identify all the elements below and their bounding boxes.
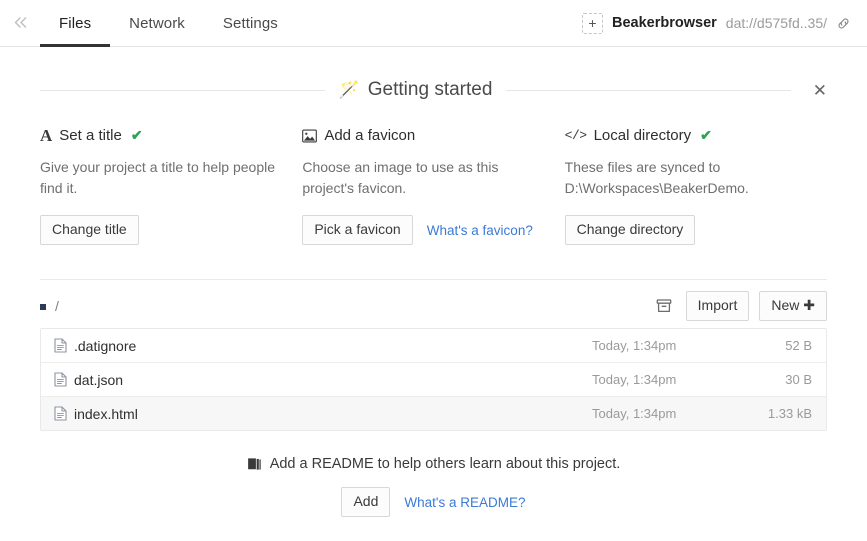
- card-local-directory-label: Local directory: [593, 127, 692, 144]
- check-icon: ✔: [130, 127, 143, 143]
- file-icon: [54, 406, 74, 421]
- file-date: Today, 1:34pm: [592, 372, 677, 387]
- archive-box-icon[interactable]: [656, 298, 672, 314]
- card-set-a-title: A Set a title ✔ Give your project a titl…: [40, 127, 302, 245]
- card-add-a-favicon-header: Add a favicon: [302, 127, 564, 144]
- card-add-a-favicon-label: Add a favicon: [324, 127, 416, 144]
- tab-settings-label: Settings: [222, 14, 278, 32]
- table-row[interactable]: index.html Today, 1:34pm 1.33 kB: [41, 397, 826, 430]
- file-list: .datignore Today, 1:34pm 52 B dat.json T…: [40, 328, 827, 431]
- import-button[interactable]: Import: [685, 291, 750, 321]
- card-set-a-title-actions: Change title: [40, 215, 302, 245]
- tab-settings[interactable]: Settings: [204, 0, 297, 46]
- table-row[interactable]: dat.json Today, 1:34pm 30 B: [41, 363, 826, 397]
- getting-started-title-text: Getting started: [367, 79, 493, 100]
- breadcrumb-root[interactable]: /: [55, 298, 59, 314]
- new-button[interactable]: New ✚: [759, 291, 827, 321]
- files-toolbar: / Import New ✚: [40, 284, 827, 328]
- getting-started-title: 🪄 Getting started: [325, 79, 507, 101]
- site-title[interactable]: Beakerbrowser: [612, 15, 717, 31]
- file-icon: [54, 338, 74, 353]
- tab-files[interactable]: Files: [40, 0, 111, 47]
- card-set-a-title-label: Set a title: [59, 127, 122, 144]
- file-name: dat.json: [74, 371, 124, 388]
- breadcrumb: /: [40, 298, 59, 314]
- tab-network-label: Network: [129, 14, 185, 32]
- tab-bar: Files Network Settings: [40, 0, 297, 47]
- tab-network[interactable]: Network: [110, 0, 204, 46]
- file-icon: [54, 372, 74, 387]
- file-size: 52 B: [785, 338, 812, 353]
- image-icon: [302, 129, 318, 143]
- table-row[interactable]: .datignore Today, 1:34pm 52 B: [41, 329, 826, 363]
- site-url[interactable]: dat://d575fd..35/: [726, 15, 827, 31]
- file-name: index.html: [74, 405, 138, 422]
- chain-link-icon[interactable]: [836, 16, 851, 31]
- card-add-a-favicon-actions: Pick a favicon What's a favicon?: [302, 215, 564, 245]
- divider-right: [506, 89, 792, 91]
- magic-wand-icon: 🪄: [338, 80, 360, 99]
- file-date: Today, 1:34pm: [592, 406, 677, 421]
- section-divider: [40, 279, 827, 280]
- file-size: 1.33 kB: [767, 406, 812, 421]
- files-actions: Import New ✚: [656, 291, 827, 321]
- chevron-double-left-icon[interactable]: [0, 0, 40, 46]
- add-favicon-button[interactable]: +: [582, 12, 604, 34]
- readme-prompt-label: Add a README to help others learn about …: [269, 456, 621, 472]
- plus-icon: +: [588, 15, 597, 31]
- book-icon: [247, 457, 262, 471]
- change-directory-button[interactable]: Change directory: [564, 215, 696, 245]
- card-local-directory-actions: Change directory: [564, 215, 827, 245]
- card-add-a-favicon-description: Choose an image to use as this project's…: [302, 159, 499, 196]
- whats-a-readme-link[interactable]: What's a README?: [404, 495, 525, 510]
- file-size: 30 B: [785, 372, 812, 387]
- card-local-directory: </> Local directory ✔ These files are sy…: [564, 127, 827, 245]
- site-identity: + Beakerbrowser dat://d575fd..35/: [582, 0, 867, 46]
- code-brackets-icon: </>: [564, 128, 587, 143]
- card-set-a-title-description: Give your project a title to help people…: [40, 159, 276, 196]
- divider-left: [40, 89, 325, 91]
- main-content: 🪄 Getting started ✕ A Set a title ✔ Give…: [0, 79, 867, 517]
- card-local-directory-description: These files are synced to D:\Workspaces\…: [564, 159, 749, 196]
- getting-started-header: 🪄 Getting started ✕: [40, 79, 827, 101]
- tab-files-label: Files: [59, 14, 92, 32]
- pick-a-favicon-button[interactable]: Pick a favicon: [302, 215, 413, 245]
- top-bar: Files Network Settings + Beakerbrowser d…: [0, 0, 867, 47]
- readme-prompt-text: Add a README to help others learn about …: [247, 456, 621, 472]
- whats-a-favicon-link[interactable]: What's a favicon?: [427, 223, 533, 238]
- new-button-label: New: [771, 297, 800, 313]
- change-title-button[interactable]: Change title: [40, 215, 139, 245]
- plus-icon: ✚: [803, 297, 815, 313]
- readme-actions: Add What's a README?: [40, 487, 827, 517]
- card-set-a-title-header: A Set a title ✔: [40, 127, 302, 144]
- serif-a-icon: A: [40, 126, 53, 145]
- getting-started-columns: A Set a title ✔ Give your project a titl…: [40, 127, 827, 245]
- readme-prompt: Add a README to help others learn about …: [40, 456, 827, 517]
- add-readme-button[interactable]: Add: [341, 487, 391, 517]
- card-local-directory-header: </> Local directory ✔: [565, 127, 827, 144]
- file-name: .datignore: [74, 337, 137, 354]
- card-add-a-favicon: Add a favicon Choose an image to use as …: [302, 127, 564, 245]
- check-icon: ✔: [700, 127, 712, 143]
- square-bullet-icon: [40, 304, 46, 310]
- close-icon[interactable]: ✕: [801, 82, 827, 99]
- file-date: Today, 1:34pm: [592, 338, 677, 353]
